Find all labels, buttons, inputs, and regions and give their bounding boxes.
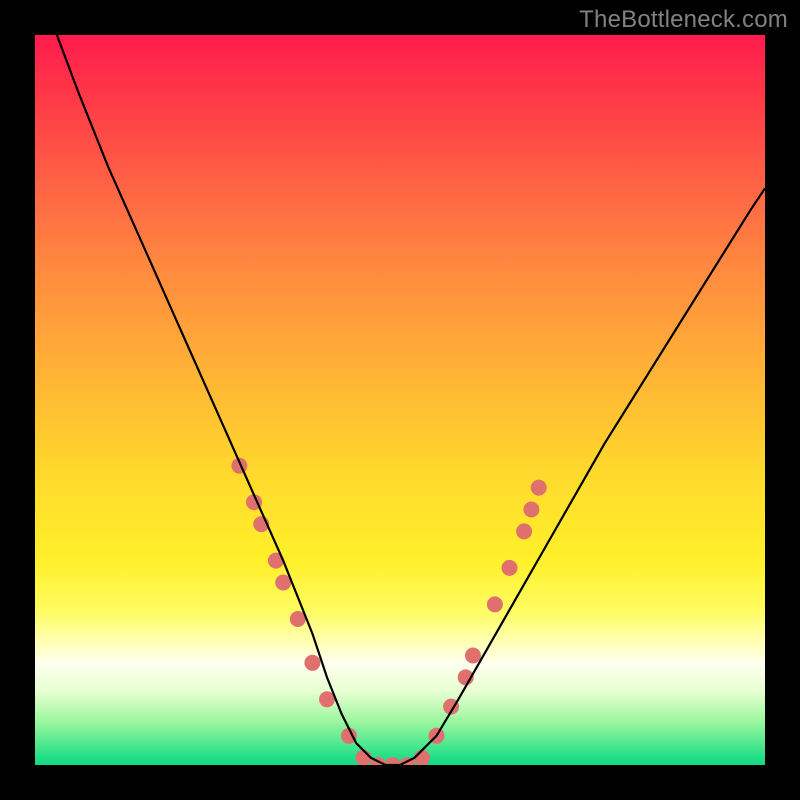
marker-dot xyxy=(516,523,532,539)
bottleneck-curve-path xyxy=(35,35,765,765)
markers-group xyxy=(231,458,546,765)
marker-dot xyxy=(465,648,481,664)
marker-dot xyxy=(531,480,547,496)
chart-svg xyxy=(35,35,765,765)
marker-dot xyxy=(304,655,320,671)
marker-dot xyxy=(502,560,518,576)
chart-plot-area xyxy=(35,35,765,765)
watermark-text: TheBottleneck.com xyxy=(579,6,788,34)
marker-dot xyxy=(487,596,503,612)
chart-frame: TheBottleneck.com xyxy=(0,0,800,800)
marker-dot xyxy=(385,757,401,765)
marker-dot xyxy=(523,502,539,518)
